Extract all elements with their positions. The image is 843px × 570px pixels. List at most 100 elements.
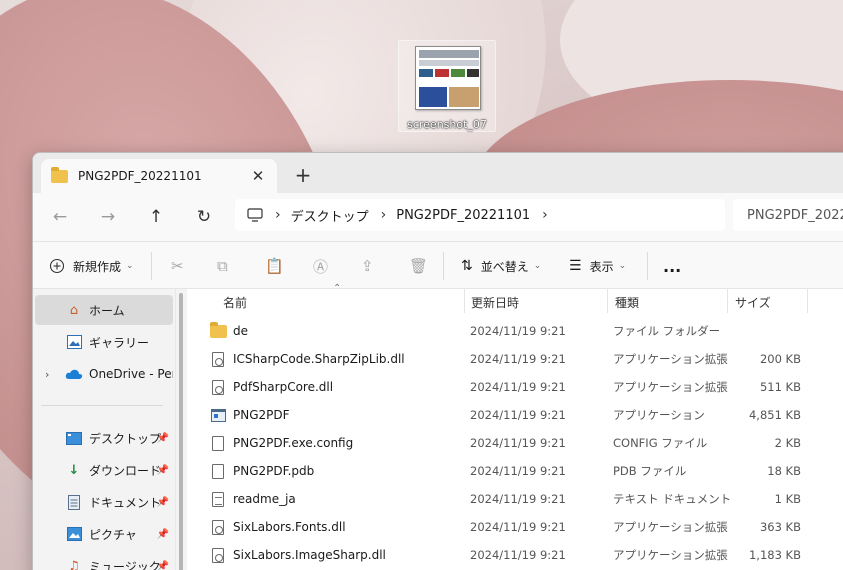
copy-icon[interactable]: ⧉: [217, 250, 228, 282]
file-name-cell[interactable]: SixLabors.ImageSharp.dll: [209, 541, 386, 569]
file-name-cell[interactable]: SixLabors.Fonts.dll: [209, 513, 346, 541]
sidebar-item-onedrive[interactable]: › OneDrive - Perso: [35, 359, 173, 389]
file-name-cell[interactable]: PNG2PDF.exe.config: [209, 429, 353, 457]
pin-icon[interactable]: 📌: [157, 561, 169, 570]
rename-icon[interactable]: Ⓐ: [313, 250, 328, 282]
new-button[interactable]: 新規作成 ⌄: [49, 250, 134, 282]
file-row[interactable]: de 2024/11/19 9:21 ファイル フォルダー: [187, 317, 843, 345]
sort-button[interactable]: ⇅ 並べ替え ⌄: [461, 250, 541, 282]
pin-icon[interactable]: 📌: [157, 433, 169, 444]
dll-icon: [209, 519, 227, 535]
sidebar-item-label: ピクチャ: [89, 527, 137, 542]
file-row[interactable]: PNG2PDF.pdb 2024/11/19 9:21 PDB ファイル 18 KB: [187, 457, 843, 485]
sidebar-item-music[interactable]: ♫ ミュージック 📌: [35, 551, 173, 570]
file-name: de: [233, 324, 248, 338]
home-icon: ⌂: [69, 302, 79, 318]
pin-icon[interactable]: 📌: [157, 465, 169, 476]
view-icon: ☰: [569, 258, 582, 274]
file-row[interactable]: ICSharpCode.SharpZipLib.dll 2024/11/19 9:…: [187, 345, 843, 373]
delete-icon[interactable]: 🗑: [409, 250, 428, 282]
file-name-cell[interactable]: PdfSharpCore.dll: [209, 373, 333, 401]
sort-icon: ⇅: [461, 258, 473, 274]
sidebar-item-home[interactable]: ⌂ ホーム: [35, 295, 173, 325]
file-icon: [209, 435, 227, 451]
column-header-name[interactable]: 名前: [223, 289, 247, 315]
refresh-button[interactable]: ↻: [191, 205, 217, 229]
sidebar-item-gallery[interactable]: ギャラリー: [35, 327, 173, 357]
new-button-label: 新規作成: [73, 259, 122, 274]
file-size: 363 KB: [759, 520, 801, 534]
file-size: 1 KB: [774, 492, 801, 506]
sidebar-item-label: デスクトップ: [89, 431, 162, 446]
view-button-label: 表示: [589, 259, 614, 274]
file-row[interactable]: PdfSharpCore.dll 2024/11/19 9:21 アプリケーション拡…: [187, 373, 843, 401]
file-size: [733, 317, 801, 345]
pin-icon[interactable]: 📌: [157, 497, 169, 508]
file-icon: [209, 463, 227, 479]
tab-png2pdf[interactable]: PNG2PDF_20221101 ✕: [41, 159, 277, 193]
file-name-cell[interactable]: readme_ja: [209, 485, 296, 513]
plus-circle-icon: [49, 258, 65, 274]
download-icon: ↓: [68, 462, 80, 478]
file-list: ⌃ 名前 更新日時 種類 サイズ de 2024/11/19 9:21 ファイル フ…: [187, 283, 843, 570]
chevron-right-icon[interactable]: ›: [381, 207, 387, 223]
up-button[interactable]: ↑: [143, 205, 169, 229]
file-name-cell[interactable]: PNG2PDF: [209, 401, 290, 429]
documents-icon: [65, 493, 83, 511]
file-date: 2024/11/19 9:21: [470, 492, 566, 506]
column-header-type[interactable]: 種類: [615, 289, 639, 315]
forward-button[interactable]: →: [95, 205, 121, 229]
chevron-right-icon[interactable]: ›: [542, 207, 548, 223]
file-type: CONFIG ファイル: [613, 436, 708, 450]
text-icon: [209, 491, 227, 507]
file-type: アプリケーション拡張: [613, 380, 728, 394]
dll-icon: [209, 379, 227, 395]
close-tab-icon[interactable]: ✕: [247, 165, 269, 187]
sidebar-item-label: ミュージック: [89, 559, 161, 570]
desktop-file-icon[interactable]: screenshot_07: [398, 40, 496, 132]
pictures-icon: [65, 525, 83, 543]
share-icon[interactable]: ⇪: [361, 250, 374, 282]
folder-icon: [209, 321, 227, 338]
cut-icon[interactable]: ✂: [171, 250, 184, 282]
file-type: ファイル フォルダー: [613, 324, 721, 338]
music-icon: ♫: [68, 558, 80, 570]
file-date: 2024/11/19 9:21: [470, 548, 566, 562]
new-tab-button[interactable]: +: [291, 163, 315, 187]
back-button[interactable]: ←: [47, 205, 73, 229]
sidebar-scrollbar[interactable]: [175, 289, 187, 570]
file-name: PNG2PDF.exe.config: [233, 436, 354, 450]
view-button[interactable]: ☰ 表示 ⌄: [569, 250, 626, 282]
file-row[interactable]: PNG2PDF.exe.config 2024/11/19 9:21 CONFIG …: [187, 429, 843, 457]
file-row[interactable]: SixLabors.Fonts.dll 2024/11/19 9:21 アプリケーシ…: [187, 513, 843, 541]
file-row[interactable]: SixLabors.ImageSharp.dll 2024/11/19 9:21 ア…: [187, 541, 843, 569]
column-header-date[interactable]: 更新日時: [471, 289, 519, 315]
file-type: テキスト ドキュメント: [613, 492, 732, 506]
file-row[interactable]: readme_ja 2024/11/19 9:21 テキスト ドキュメント 1 KB: [187, 485, 843, 513]
breadcrumb-folder[interactable]: PNG2PDF_20221101: [396, 208, 530, 223]
file-name-cell[interactable]: de: [209, 317, 248, 345]
sidebar-item-desktop[interactable]: デスクトップ 📌: [35, 423, 173, 453]
chevron-right-icon[interactable]: ›: [275, 207, 281, 223]
sidebar-item-label: ドキュメント: [89, 495, 162, 510]
file-name: readme_ja: [233, 492, 296, 506]
more-options-icon[interactable]: ...: [663, 250, 681, 282]
file-name-cell[interactable]: ICSharpCode.SharpZipLib.dll: [209, 345, 405, 373]
paste-icon[interactable]: 📋: [265, 250, 284, 282]
sidebar-item-pictures[interactable]: ピクチャ 📌: [35, 519, 173, 549]
sidebar-item-documents[interactable]: ドキュメント 📌: [35, 487, 173, 517]
address-bar[interactable]: › デスクトップ › PNG2PDF_20221101 ›: [235, 199, 725, 231]
sidebar-item-downloads[interactable]: ↓ ダウンロード 📌: [35, 455, 173, 485]
exe-icon: [209, 408, 227, 422]
search-input[interactable]: PNG2PDF_2022: [733, 199, 843, 231]
file-name: ICSharpCode.SharpZipLib.dll: [233, 352, 405, 366]
file-row[interactable]: PNG2PDF 2024/11/19 9:21 アプリケーション 4,851 KB: [187, 401, 843, 429]
breadcrumb-desktop[interactable]: デスクトップ: [291, 206, 369, 225]
sidebar-item-label: ギャラリー: [89, 335, 150, 350]
pin-icon[interactable]: 📌: [157, 529, 169, 540]
chevron-right-icon[interactable]: ›: [45, 368, 49, 381]
column-header-size[interactable]: サイズ: [735, 289, 771, 315]
file-name-cell[interactable]: PNG2PDF.pdb: [209, 457, 314, 485]
file-type: アプリケーション拡張: [613, 352, 728, 366]
file-type: PDB ファイル: [613, 464, 687, 478]
